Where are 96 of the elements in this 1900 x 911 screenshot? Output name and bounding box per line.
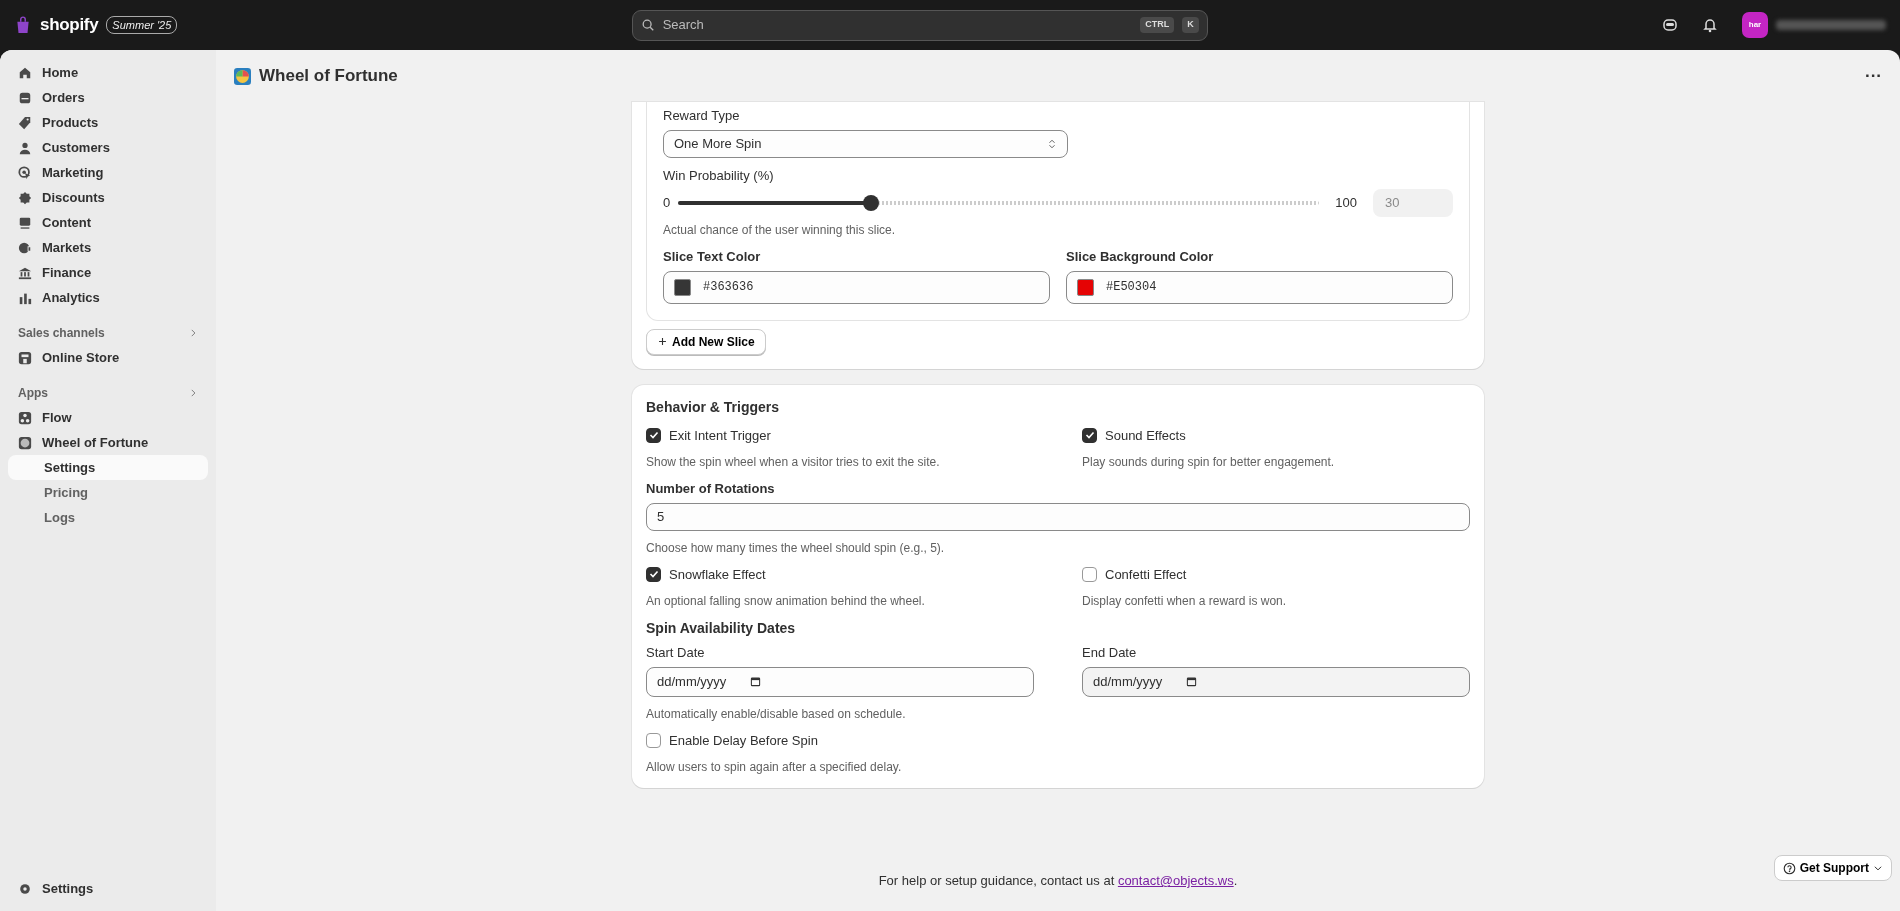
bank-icon — [18, 265, 32, 280]
search-icon — [640, 18, 655, 32]
person-icon — [18, 140, 32, 155]
page-title: Wheel of Fortune — [259, 65, 399, 88]
sidebar-item[interactable]: Settings — [8, 876, 208, 901]
field-label: Number of Rotations — [646, 480, 776, 498]
gear-icon — [18, 881, 32, 896]
number-field[interactable]: 5 — [646, 502, 1470, 531]
sidebar-item[interactable]: Marketing — [8, 160, 208, 185]
sidebar-item[interactable]: Orders — [8, 85, 208, 110]
more-button[interactable]: ··· — [1865, 63, 1882, 89]
help-text: An optional falling snow animation behind the wheel. — [646, 593, 926, 610]
help-text: Play sounds during spin for better engagement. — [1082, 454, 1336, 471]
field-label: Reward Type — [663, 107, 741, 125]
color-swatch[interactable] — [674, 278, 691, 296]
help-text: Choose how many times the wheel should spin (e.g., 5). — [646, 539, 946, 557]
key-hint: CTRL — [1140, 17, 1175, 33]
sidebar-item[interactable]: Pricing — [8, 480, 208, 505]
field-label: End Date — [1082, 644, 1138, 662]
field-label: Start Date — [646, 644, 706, 662]
color-field[interactable]: #E50304 — [1066, 270, 1453, 304]
chevron-right-icon — [188, 327, 198, 338]
sidebar-item[interactable]: Flow — [8, 405, 208, 430]
edition-badge: Summer '25 — [106, 15, 178, 35]
badge-icon — [18, 190, 32, 205]
checkbox[interactable] — [646, 732, 661, 748]
field-label: Win Probability (%) — [663, 166, 775, 185]
checkbox[interactable] — [646, 566, 661, 582]
monitor-icon — [18, 215, 32, 230]
date-field[interactable]: dd/mm/yyyy — [1082, 666, 1470, 697]
checkbox[interactable] — [1082, 427, 1097, 443]
wheel-icon — [18, 435, 32, 450]
sidebar-item[interactable]: Products — [8, 110, 208, 135]
sidebar-item[interactable]: Analytics — [8, 285, 208, 310]
checkbox-label: Sound Effects — [1105, 426, 1186, 445]
color-swatch[interactable] — [1077, 278, 1094, 296]
section-heading: Sales channels — [18, 324, 105, 342]
chevron-down-icon — [1873, 863, 1883, 873]
help-text: Actual chance of the user winning this slice. — [663, 222, 897, 239]
support-button[interactable]: Get Support — [1773, 855, 1892, 881]
sidebar-item[interactable]: Customers — [8, 135, 208, 160]
field-label: Slice Text Color — [663, 248, 762, 266]
email-link[interactable]: contact@objects.ws — [1117, 873, 1234, 889]
sidebar-item[interactable]: Finance — [8, 260, 208, 285]
checkbox[interactable] — [1082, 566, 1097, 582]
sidebar-item[interactable]: Logs — [8, 505, 208, 530]
select-field[interactable]: One More Spin — [663, 129, 1068, 158]
sidebar-item[interactable]: Settings — [8, 455, 208, 480]
date-field[interactable]: dd/mm/yyyy — [646, 666, 1034, 697]
color-field[interactable]: #363636 — [663, 270, 1050, 304]
bag-icon — [14, 15, 32, 35]
add-slice-button[interactable]: Add New Slice — [646, 328, 766, 355]
key-hint: K — [1182, 17, 1199, 33]
sidebar-item[interactable]: Discounts — [8, 185, 208, 210]
slider-max: 100 — [1335, 194, 1357, 213]
sidebar-item[interactable]: Online Store — [8, 345, 208, 370]
calendar-icon — [750, 676, 762, 687]
slider-track[interactable] — [678, 195, 1320, 211]
checkbox-label: Snowflake Effect — [669, 565, 766, 584]
help-text: Automatically enable/disable based on schedule. — [646, 705, 907, 723]
help-text: Allow users to spin again after a specified delay. — [646, 759, 903, 776]
help-icon — [1782, 861, 1796, 875]
checkbox[interactable] — [646, 427, 661, 443]
tray-icon — [18, 90, 32, 105]
sidebar-item[interactable]: Content — [8, 210, 208, 235]
help-text: Show the spin wheel when a visitor tries to exit the site. — [646, 454, 941, 471]
avatar[interactable]: har — [1742, 12, 1768, 38]
checkbox-label: Confetti Effect — [1105, 565, 1187, 584]
house-icon — [18, 65, 32, 80]
flow-icon — [18, 410, 32, 425]
check-icon — [648, 430, 659, 441]
check-icon — [1084, 430, 1095, 441]
checkbox-label: Exit Intent Trigger — [669, 426, 771, 445]
chevron-updown-icon — [1047, 137, 1057, 150]
bell-icon — [1702, 17, 1718, 33]
slider-thumb[interactable] — [862, 195, 879, 211]
section-title: Spin Availability Dates — [646, 619, 797, 638]
search-field[interactable]: Search CTRL K — [631, 9, 1208, 41]
calendar-icon — [1186, 676, 1198, 687]
section-heading: Apps — [18, 384, 48, 402]
field-label: Slice Background Color — [1066, 248, 1215, 266]
section-title: Behavior & Triggers — [646, 397, 781, 417]
wheel-icon — [234, 67, 251, 85]
tag-icon — [18, 115, 32, 130]
check-icon — [648, 569, 659, 580]
logo-text: shopify — [40, 14, 99, 37]
sidebar-item[interactable]: Home — [8, 60, 208, 85]
slider-min: 0 — [663, 194, 671, 213]
target-icon — [18, 165, 32, 180]
sidebar-item[interactable]: Wheel of Fortune — [8, 430, 208, 455]
sidebar-item[interactable]: Markets — [8, 235, 208, 260]
chevron-right-icon — [188, 387, 198, 398]
plus-icon — [657, 336, 668, 347]
help-text: Display confetti when a reward is won. — [1082, 593, 1288, 610]
checkbox-label: Enable Delay Before Spin — [669, 731, 818, 750]
help-text: For help or setup guidance, contact us at contact@objects.ws. — [878, 872, 1238, 891]
